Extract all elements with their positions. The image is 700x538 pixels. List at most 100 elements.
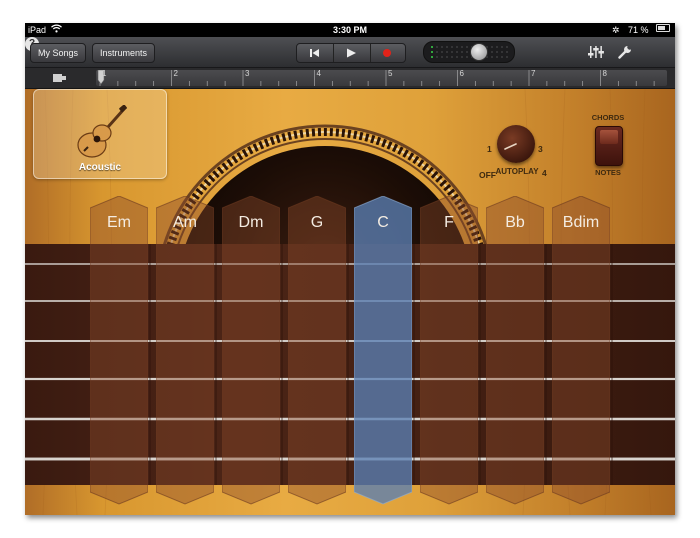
level-led: [451, 56, 453, 58]
level-led: [501, 51, 503, 53]
level-led: [446, 46, 448, 48]
level-led: [436, 56, 438, 58]
record-icon: [383, 49, 391, 57]
chords-mode-label: CHORDS: [591, 113, 625, 122]
level-led: [506, 51, 508, 53]
level-led: [456, 46, 458, 48]
chord-strip-c[interactable]: C: [354, 196, 412, 506]
notes-mode-label: NOTES: [595, 168, 621, 177]
chord-label: Dm: [238, 214, 264, 231]
level-led: [491, 51, 493, 53]
wrench-icon[interactable]: [618, 45, 632, 59]
instrument-selector[interactable]: Acoustic: [33, 89, 167, 179]
instrument-name: Acoustic: [78, 162, 122, 173]
chord-label: Bdim: [562, 214, 600, 231]
ruler-bar-number: 6: [459, 69, 464, 78]
level-led: [466, 56, 468, 58]
chord-strip-shape: [90, 196, 148, 505]
rewind-icon: [310, 49, 319, 57]
autoplay-position-1[interactable]: 1: [487, 144, 492, 154]
knob-indicator: [504, 143, 517, 150]
level-led: [496, 51, 498, 53]
autoplay-knob[interactable]: [497, 125, 535, 163]
bluetooth-icon: ✲: [612, 25, 620, 35]
chord-strip-shape: [486, 196, 544, 505]
level-led: [506, 46, 508, 48]
level-led: [456, 51, 458, 53]
switch-cap: [600, 130, 618, 144]
level-led: [461, 56, 463, 58]
level-led: [461, 51, 463, 53]
battery-level: [658, 26, 666, 30]
volume-knob[interactable]: [470, 43, 488, 61]
level-led: [441, 51, 443, 53]
play-button[interactable]: [333, 44, 371, 62]
level-meter: [431, 46, 508, 58]
timeline-ruler[interactable]: 1 2 3 4 5 6 7 8: [25, 68, 675, 89]
battery-percent: 71 %: [628, 25, 649, 35]
volume-slider[interactable]: [423, 41, 515, 63]
clock: 3:30 PM: [332, 25, 367, 35]
chord-strip-f[interactable]: F: [420, 196, 478, 506]
record-button[interactable]: [369, 44, 405, 62]
chord-strip-shape: [354, 196, 412, 505]
level-led: [446, 51, 448, 53]
level-led: [491, 56, 493, 58]
acoustic-guitar-icon: [77, 105, 127, 158]
chord-label: Bb: [505, 214, 525, 231]
level-led: [431, 46, 433, 48]
chord-label: F: [444, 214, 454, 231]
level-led: [436, 51, 438, 53]
chord-strip-bdim[interactable]: Bdim: [552, 196, 610, 506]
go-to-start-button[interactable]: [297, 44, 333, 62]
level-led: [496, 56, 498, 58]
chord-label: Em: [107, 214, 131, 231]
transport-controls: [296, 43, 406, 63]
level-led: [441, 56, 443, 58]
level-led: [466, 51, 468, 53]
level-led: [501, 46, 503, 48]
chord-label: Am: [173, 214, 197, 231]
chord-strip-shape: [552, 196, 610, 505]
chord-strip-g[interactable]: G: [288, 196, 346, 506]
mixer-icon[interactable]: [588, 45, 604, 59]
ruler-ticks: [97, 70, 655, 86]
ruler-bar-number: 3: [245, 69, 250, 78]
chord-strip-em[interactable]: Em: [90, 196, 148, 506]
chord-strip-dm[interactable]: Dm: [222, 196, 280, 506]
battery-icon: [656, 24, 670, 32]
chord-strip-am[interactable]: Am: [156, 196, 214, 506]
chord-label: G: [310, 214, 324, 231]
level-led: [491, 46, 493, 48]
chords-notes-switch[interactable]: [595, 126, 623, 166]
level-led: [456, 56, 458, 58]
my-songs-button[interactable]: My Songs: [30, 43, 87, 63]
tracks-view-icon[interactable]: [53, 72, 67, 84]
toolbar: My Songs Instruments: [25, 37, 675, 68]
level-led: [446, 56, 448, 58]
level-led: [436, 46, 438, 48]
level-led: [451, 51, 453, 53]
level-led: [461, 46, 463, 48]
chord-strip-bb[interactable]: Bb: [486, 196, 544, 506]
chord-strip-shape: [420, 196, 478, 505]
ruler-bar-number: 1: [102, 69, 107, 78]
level-led: [466, 46, 468, 48]
status-bar: iPad 3:30 PM ✲ 71 %: [25, 23, 675, 37]
level-led: [451, 46, 453, 48]
garageband-screen: iPad 3:30 PM ✲ 71 % My Songs Instruments: [25, 23, 675, 515]
autoplay-position-3[interactable]: 3: [538, 144, 543, 154]
play-icon: [347, 48, 356, 58]
chord-strip-shape: [156, 196, 214, 505]
ruler-bar-number: 5: [388, 69, 393, 78]
autoplay-label: AUTOPLAY: [495, 167, 539, 176]
ruler-bar-number: 4: [316, 69, 321, 78]
level-led: [506, 56, 508, 58]
instruments-button[interactable]: Instruments: [92, 43, 156, 63]
level-led: [441, 46, 443, 48]
level-led: [431, 51, 433, 53]
ruler-bar-number: 8: [602, 69, 607, 78]
chord-strip-shape: [288, 196, 346, 505]
chord-strip-shape: [222, 196, 280, 505]
level-led: [431, 56, 433, 58]
